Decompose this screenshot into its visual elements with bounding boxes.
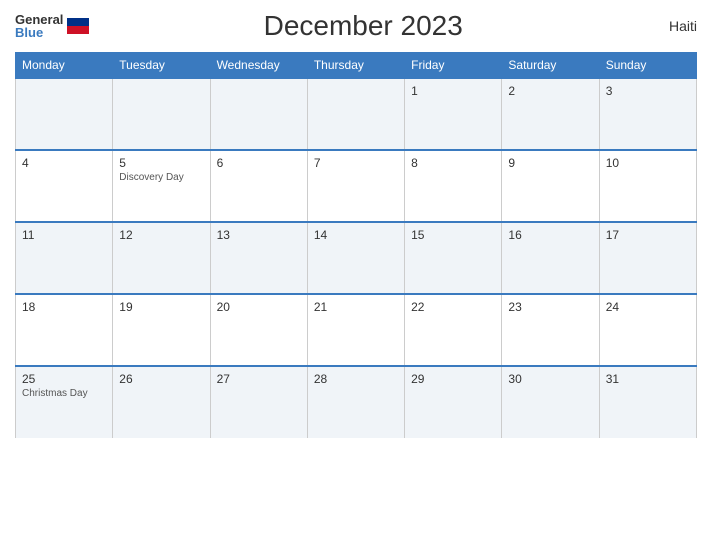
calendar-cell: 27: [210, 366, 307, 438]
event-label: Christmas Day: [22, 388, 106, 399]
calendar-title: December 2023: [89, 10, 637, 42]
calendar-cell: 16: [502, 222, 599, 294]
calendar-cell: 7: [307, 150, 404, 222]
calendar-cell: 13: [210, 222, 307, 294]
calendar-cell: 29: [405, 366, 502, 438]
calendar-header-row: Monday Tuesday Wednesday Thursday Friday…: [16, 53, 697, 79]
calendar-cell: 4: [16, 150, 113, 222]
calendar-cell: [307, 78, 404, 150]
calendar-cell: 28: [307, 366, 404, 438]
calendar-cell: 24: [599, 294, 696, 366]
day-number: 14: [314, 228, 398, 242]
day-number: 22: [411, 300, 495, 314]
calendar-cell: 15: [405, 222, 502, 294]
day-number: 6: [217, 156, 301, 170]
day-number: 23: [508, 300, 592, 314]
calendar-cell: 11: [16, 222, 113, 294]
day-number: 12: [119, 228, 203, 242]
calendar-cell: 25 Christmas Day: [16, 366, 113, 438]
day-number: 31: [606, 372, 690, 386]
day-number: 3: [606, 84, 690, 98]
calendar-cell: 23: [502, 294, 599, 366]
day-number: 9: [508, 156, 592, 170]
logo-blue-text: Blue: [15, 26, 63, 39]
calendar-cell: 31: [599, 366, 696, 438]
col-friday: Friday: [405, 53, 502, 79]
col-monday: Monday: [16, 53, 113, 79]
calendar-week-4: 18 19 20 21 22 23 24: [16, 294, 697, 366]
calendar-cell: 5 Discovery Day: [113, 150, 210, 222]
day-number: 8: [411, 156, 495, 170]
calendar-cell: 30: [502, 366, 599, 438]
day-number: 15: [411, 228, 495, 242]
day-number: 11: [22, 228, 106, 242]
day-number: 29: [411, 372, 495, 386]
calendar-cell: [113, 78, 210, 150]
day-number: 16: [508, 228, 592, 242]
calendar-cell: 20: [210, 294, 307, 366]
calendar-cell: 21: [307, 294, 404, 366]
calendar-week-3: 11 12 13 14 15 16 17: [16, 222, 697, 294]
col-sunday: Sunday: [599, 53, 696, 79]
logo: General Blue: [15, 13, 89, 39]
calendar-cell: 9: [502, 150, 599, 222]
calendar-cell: [16, 78, 113, 150]
day-number: 1: [411, 84, 495, 98]
calendar-cell: 1: [405, 78, 502, 150]
calendar-cell: 2: [502, 78, 599, 150]
logo-flag-icon: [67, 18, 89, 34]
day-number: 10: [606, 156, 690, 170]
day-number: 19: [119, 300, 203, 314]
calendar-cell: 8: [405, 150, 502, 222]
calendar-cell: 17: [599, 222, 696, 294]
day-number: 28: [314, 372, 398, 386]
calendar-cell: 12: [113, 222, 210, 294]
calendar-cell: 26: [113, 366, 210, 438]
calendar-cell: [210, 78, 307, 150]
day-number: 20: [217, 300, 301, 314]
col-tuesday: Tuesday: [113, 53, 210, 79]
day-number: 24: [606, 300, 690, 314]
day-number: 17: [606, 228, 690, 242]
calendar-week-5: 25 Christmas Day 26 27 28 29 30 31: [16, 366, 697, 438]
day-number: 2: [508, 84, 592, 98]
calendar-cell: 14: [307, 222, 404, 294]
col-wednesday: Wednesday: [210, 53, 307, 79]
calendar-week-1: 123: [16, 78, 697, 150]
calendar-cell: 6: [210, 150, 307, 222]
event-label: Discovery Day: [119, 172, 203, 183]
calendar-cell: 10: [599, 150, 696, 222]
day-number: 18: [22, 300, 106, 314]
day-number: 7: [314, 156, 398, 170]
day-number: 25: [22, 372, 106, 386]
calendar-cell: 3: [599, 78, 696, 150]
calendar-table: Monday Tuesday Wednesday Thursday Friday…: [15, 52, 697, 438]
calendar-cell: 19: [113, 294, 210, 366]
col-thursday: Thursday: [307, 53, 404, 79]
header: General Blue December 2023 Haiti: [15, 10, 697, 42]
country-label: Haiti: [637, 18, 697, 34]
day-number: 26: [119, 372, 203, 386]
day-number: 13: [217, 228, 301, 242]
day-number: 4: [22, 156, 106, 170]
calendar-week-2: 45 Discovery Day 6789 10: [16, 150, 697, 222]
day-number: 30: [508, 372, 592, 386]
day-number: 27: [217, 372, 301, 386]
day-number: 5: [119, 156, 203, 170]
day-number: 21: [314, 300, 398, 314]
col-saturday: Saturday: [502, 53, 599, 79]
calendar-page: General Blue December 2023 Haiti Monday …: [0, 0, 712, 550]
calendar-cell: 18: [16, 294, 113, 366]
calendar-cell: 22: [405, 294, 502, 366]
